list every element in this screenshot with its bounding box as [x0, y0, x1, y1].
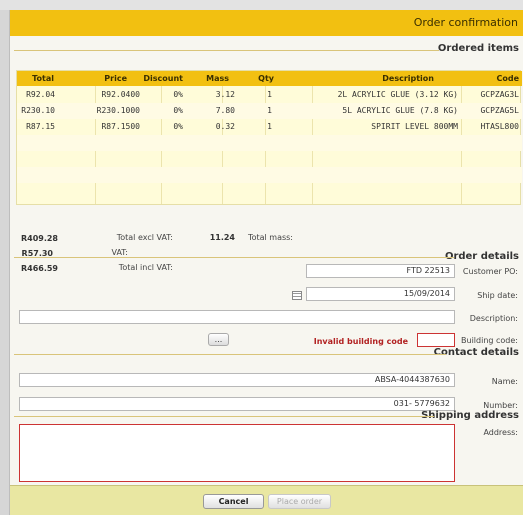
- customer-po-label: Customer PO:: [462, 267, 518, 276]
- cell-mass: 3.12: [215, 90, 235, 99]
- empty-row: [17, 167, 522, 183]
- col-qty[interactable]: Qty: [258, 71, 274, 86]
- excl-vat-label: Total excl VAT:: [116, 233, 173, 242]
- cell-mass: 7.80: [215, 106, 235, 115]
- top-gap: [0, 0, 523, 10]
- col-description[interactable]: Description: [382, 71, 434, 86]
- empty-row: [17, 151, 522, 167]
- col-mass[interactable]: Mass: [206, 71, 229, 86]
- place-order-button[interactable]: Place order: [268, 494, 331, 509]
- cell-description: 2L ACRYLIC GLUE (3.12 KG): [337, 90, 458, 99]
- ordered-items-heading: Ordered items: [437, 43, 519, 54]
- ship-date-input[interactable]: 15/09/2014: [306, 287, 455, 301]
- col-code[interactable]: Code: [496, 71, 519, 86]
- description-label: Description:: [469, 314, 518, 323]
- order-confirmation-window: Order confirmation Ordered items Code De…: [9, 10, 523, 515]
- incl-vat-value: R466.59: [20, 264, 58, 273]
- cell-code: HTASL800: [480, 122, 519, 131]
- building-code-lookup-button[interactable]: ...: [208, 333, 229, 346]
- table-row[interactable]: GCPZAG3L 2L ACRYLIC GLUE (3.12 KG) 1 3.1…: [17, 87, 522, 103]
- cell-qty: 1: [267, 90, 272, 99]
- cell-qty: 1: [267, 122, 272, 131]
- table-row[interactable]: HTASL800 SPIRIT LEVEL 800MM 1 0.32 0% R8…: [17, 119, 522, 135]
- name-label: Name:: [491, 377, 518, 386]
- cell-code: GCPZAG3L: [480, 90, 519, 99]
- shipping-address-heading: Shipping address: [421, 410, 519, 421]
- total-mass-value: 11.24: [209, 233, 235, 242]
- cell-price: R230.1000: [96, 106, 140, 115]
- address-textarea[interactable]: [19, 424, 455, 482]
- order-details-rule: [14, 257, 454, 258]
- building-code-error: Invalid building code: [313, 337, 408, 346]
- total-mass-label: Total mass:: [248, 233, 293, 242]
- cell-qty: 1: [267, 106, 272, 115]
- cell-code: GCPZAG5L: [480, 106, 519, 115]
- window-title: Order confirmation: [413, 16, 518, 29]
- window-titlebar: Order confirmation: [10, 10, 523, 36]
- building-code-input[interactable]: [417, 333, 455, 347]
- cell-description: 5L ACRYLIC GLUE (7.8 KG): [342, 106, 458, 115]
- cell-price: R92.0400: [101, 90, 140, 99]
- incl-vat-label: Total incl VAT:: [118, 263, 173, 272]
- cell-price: R87.1500: [101, 122, 140, 131]
- shipping-address-rule: [14, 416, 434, 417]
- ship-date-label: Ship date:: [477, 291, 518, 300]
- empty-row: [17, 135, 522, 151]
- number-label: Number:: [483, 401, 518, 410]
- col-total[interactable]: Total: [32, 71, 54, 86]
- contact-details-rule: [14, 354, 446, 355]
- ordered-items-rule: [14, 50, 439, 51]
- table-header: Code Description Qty Mass Discount Price…: [17, 71, 522, 86]
- building-code-label: Building code:: [461, 336, 518, 345]
- cancel-button[interactable]: Cancel: [203, 494, 264, 509]
- calendar-icon[interactable]: [292, 291, 302, 300]
- empty-row: [17, 183, 522, 199]
- col-discount[interactable]: Discount: [143, 71, 183, 86]
- address-label: Address:: [483, 428, 518, 437]
- name-input[interactable]: ABSA-4044387630: [19, 373, 455, 387]
- excl-vat-value: R409.28: [20, 234, 58, 243]
- description-input[interactable]: [19, 310, 455, 324]
- customer-po-input[interactable]: FTD 22513: [306, 264, 455, 278]
- cell-mass: 0.32: [215, 122, 235, 131]
- order-details-heading: Order details: [444, 251, 519, 262]
- table-row[interactable]: GCPZAG5L 5L ACRYLIC GLUE (7.8 KG) 1 7.80…: [17, 103, 522, 119]
- dialog-footer: Place order Cancel: [10, 485, 523, 515]
- cell-discount: 0%: [173, 106, 183, 115]
- number-input[interactable]: 031- 5779632: [19, 397, 455, 411]
- cell-total: R230.10: [21, 106, 55, 115]
- cell-total: R92.04: [26, 90, 55, 99]
- contact-details-heading: Contact details: [433, 347, 519, 358]
- col-price[interactable]: Price: [104, 71, 127, 86]
- left-strip: [0, 10, 9, 515]
- vat-label: VAT:: [111, 248, 128, 257]
- cell-description: SPIRIT LEVEL 800MM: [371, 122, 458, 131]
- ordered-items-table[interactable]: Code Description Qty Mass Discount Price…: [16, 70, 522, 205]
- cell-discount: 0%: [173, 122, 183, 131]
- cell-total: R87.15: [26, 122, 55, 131]
- cell-discount: 0%: [173, 90, 183, 99]
